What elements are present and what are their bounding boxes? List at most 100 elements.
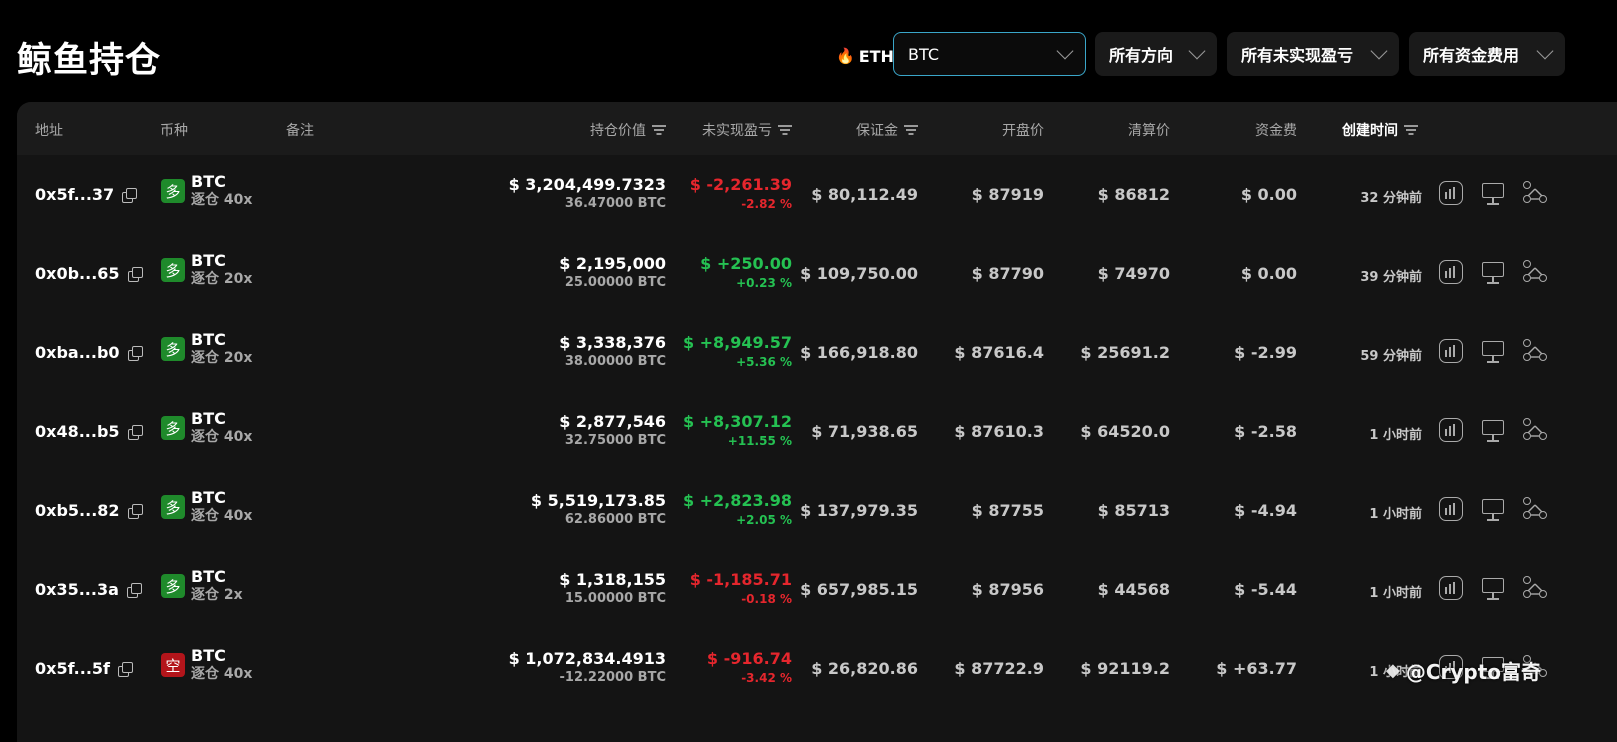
header-margin[interactable]: 保证金	[856, 120, 918, 140]
table-header: 地址 币种 备注 持仓价值 未实现盈亏 保证金 开盘价 清算价 资金费 创建时间	[17, 102, 1617, 155]
coin-cell: 多 BTC 逐仓 20x	[161, 331, 252, 367]
margin-value: $ 80,112.49	[811, 185, 918, 204]
chart-icon[interactable]	[1439, 339, 1463, 363]
pnl-value: $ +2,823.98	[682, 491, 792, 510]
copy-icon[interactable]	[127, 266, 143, 282]
address-cell[interactable]: 0x0b...65	[35, 264, 143, 283]
created-time: 39 分钟前	[1360, 270, 1422, 285]
copy-icon[interactable]	[118, 661, 133, 677]
table-row[interactable]: 0x48...b5 多 BTC 逐仓 40x $ 2,877,546 32.75000 B…	[17, 392, 1617, 471]
chart-icon[interactable]	[1439, 260, 1463, 284]
network-icon[interactable]	[1523, 181, 1547, 205]
pnl-percent: -0.18 %	[741, 592, 792, 606]
pnl-cell: $ +8,307.12 +11.55 %	[683, 412, 792, 448]
address-text[interactable]: 0x5f...5f	[35, 659, 110, 678]
pnl-select-value: 所有未实现盈亏	[1241, 46, 1354, 65]
pnl-select[interactable]: 所有未实现盈亏	[1227, 32, 1399, 76]
coin-cell: 多 BTC 逐仓 2x	[161, 568, 243, 604]
coin-cell: 多 BTC 逐仓 40x	[161, 173, 252, 209]
direction-select-value: 所有方向	[1109, 46, 1174, 65]
table-row[interactable]: 0xb5...82 多 BTC 逐仓 40x $ 5,519,173.85 62.8600…	[17, 471, 1617, 550]
address-text[interactable]: 0x35...3a	[35, 580, 119, 599]
address-text[interactable]: 0x48...b5	[35, 422, 120, 441]
pnl-cell: $ -2,261.39 -2.82 %	[690, 175, 792, 211]
monitor-icon[interactable]	[1481, 576, 1505, 600]
table-row[interactable]: 0x35...3a 多 BTC 逐仓 2x $ 1,318,155 15.00000 BT…	[17, 550, 1617, 629]
symbol-select-value: BTC	[908, 44, 939, 64]
address-cell[interactable]: 0x48...b5	[35, 422, 143, 441]
position-size: 25.00000 BTC	[564, 275, 666, 290]
table-row[interactable]: 0xba...b0 多 BTC 逐仓 20x $ 3,338,376 38.00000 B…	[17, 313, 1617, 392]
address-cell[interactable]: 0x5f...37	[35, 185, 138, 204]
sort-filter-icon	[778, 125, 792, 135]
copy-icon[interactable]	[127, 424, 143, 440]
copy-icon[interactable]	[122, 187, 138, 203]
funding-value: $ 0.00	[1240, 185, 1297, 204]
copy-icon[interactable]	[126, 582, 142, 598]
network-icon[interactable]	[1523, 260, 1547, 284]
chart-icon[interactable]	[1439, 181, 1463, 205]
open-price-value: $ 87956	[971, 580, 1044, 599]
chevron-down-icon	[1056, 42, 1074, 60]
pnl-percent: +11.55 %	[727, 434, 792, 448]
chart-icon[interactable]	[1439, 576, 1463, 600]
fire-icon: 🔥	[836, 47, 855, 65]
pnl-percent: +0.23 %	[736, 276, 792, 290]
funding-value: $ -2.58	[1234, 422, 1297, 441]
funding-value: $ +63.77	[1216, 659, 1297, 678]
monitor-icon[interactable]	[1481, 260, 1505, 284]
open-price-value: $ 87722.9	[954, 659, 1044, 678]
network-icon[interactable]	[1523, 418, 1547, 442]
pnl-value: $ -1,185.71	[689, 570, 792, 589]
binance-logo-icon: ◆	[1386, 660, 1400, 681]
funding-value: $ -2.99	[1234, 343, 1297, 362]
header-unrealized-pnl[interactable]: 未实现盈亏	[702, 120, 792, 140]
header-unrealized-pnl-label: 未实现盈亏	[702, 123, 772, 139]
copy-icon[interactable]	[127, 345, 143, 361]
pnl-cell: $ +250.00 +0.23 %	[700, 254, 792, 290]
table-row[interactable]: 0x0b...65 多 BTC 逐仓 20x $ 2,195,000 25.00000 B…	[17, 234, 1617, 313]
monitor-icon[interactable]	[1481, 181, 1505, 205]
created-time: 1 小时前	[1369, 507, 1422, 522]
pnl-value: $ +8,949.57	[682, 333, 792, 352]
header-created[interactable]: 创建时间	[1342, 120, 1418, 140]
leverage-text: 逐仓 40x	[191, 666, 253, 682]
address-text[interactable]: 0xb5...82	[35, 501, 120, 520]
coin-symbol: BTC	[191, 567, 226, 586]
chart-icon[interactable]	[1439, 418, 1463, 442]
address-cell[interactable]: 0xba...b0	[35, 343, 143, 362]
chevron-down-icon	[1370, 42, 1388, 60]
monitor-icon[interactable]	[1481, 497, 1505, 521]
header-created-label: 创建时间	[1342, 123, 1398, 139]
funding-value: $ -4.94	[1234, 501, 1297, 520]
header-position-value-label: 持仓价值	[590, 123, 646, 139]
direction-select[interactable]: 所有方向	[1095, 32, 1217, 76]
table-row[interactable]: 0x5f...5f 空 BTC 逐仓 40x $ 1,072,834.4913 -12.2…	[17, 629, 1617, 708]
network-icon[interactable]	[1523, 339, 1547, 363]
hot-coin-eth[interactable]: 🔥 ETH	[836, 40, 894, 72]
address-cell[interactable]: 0x35...3a	[35, 580, 142, 599]
table-row[interactable]: 0x5f...37 多 BTC 逐仓 40x $ 3,204,499.7323 36.47…	[17, 155, 1617, 234]
copy-icon[interactable]	[127, 503, 143, 519]
address-cell[interactable]: 0x5f...5f	[35, 659, 133, 678]
position-value-cell: $ 5,519,173.85 62.86000 BTC	[531, 491, 666, 527]
network-icon[interactable]	[1523, 497, 1547, 521]
symbol-select[interactable]: BTC	[893, 32, 1086, 76]
header-note: 备注	[286, 123, 314, 139]
network-icon[interactable]	[1523, 576, 1547, 600]
monitor-icon[interactable]	[1481, 418, 1505, 442]
pnl-cell: $ -1,185.71 -0.18 %	[690, 570, 792, 606]
chart-icon[interactable]	[1439, 497, 1463, 521]
funding-value: $ -5.44	[1234, 580, 1297, 599]
address-text[interactable]: 0x0b...65	[35, 264, 120, 283]
page-title: 鲸鱼持仓	[17, 41, 162, 81]
address-text[interactable]: 0xba...b0	[35, 343, 120, 362]
address-text[interactable]: 0x5f...37	[35, 185, 114, 204]
address-cell[interactable]: 0xb5...82	[35, 501, 143, 520]
position-value: $ 3,204,499.7323	[508, 175, 666, 194]
monitor-icon[interactable]	[1481, 339, 1505, 363]
position-size: 38.00000 BTC	[564, 354, 666, 369]
funding-select[interactable]: 所有资金费用	[1409, 32, 1565, 76]
created-time: 59 分钟前	[1360, 349, 1422, 364]
header-position-value[interactable]: 持仓价值	[590, 120, 666, 140]
